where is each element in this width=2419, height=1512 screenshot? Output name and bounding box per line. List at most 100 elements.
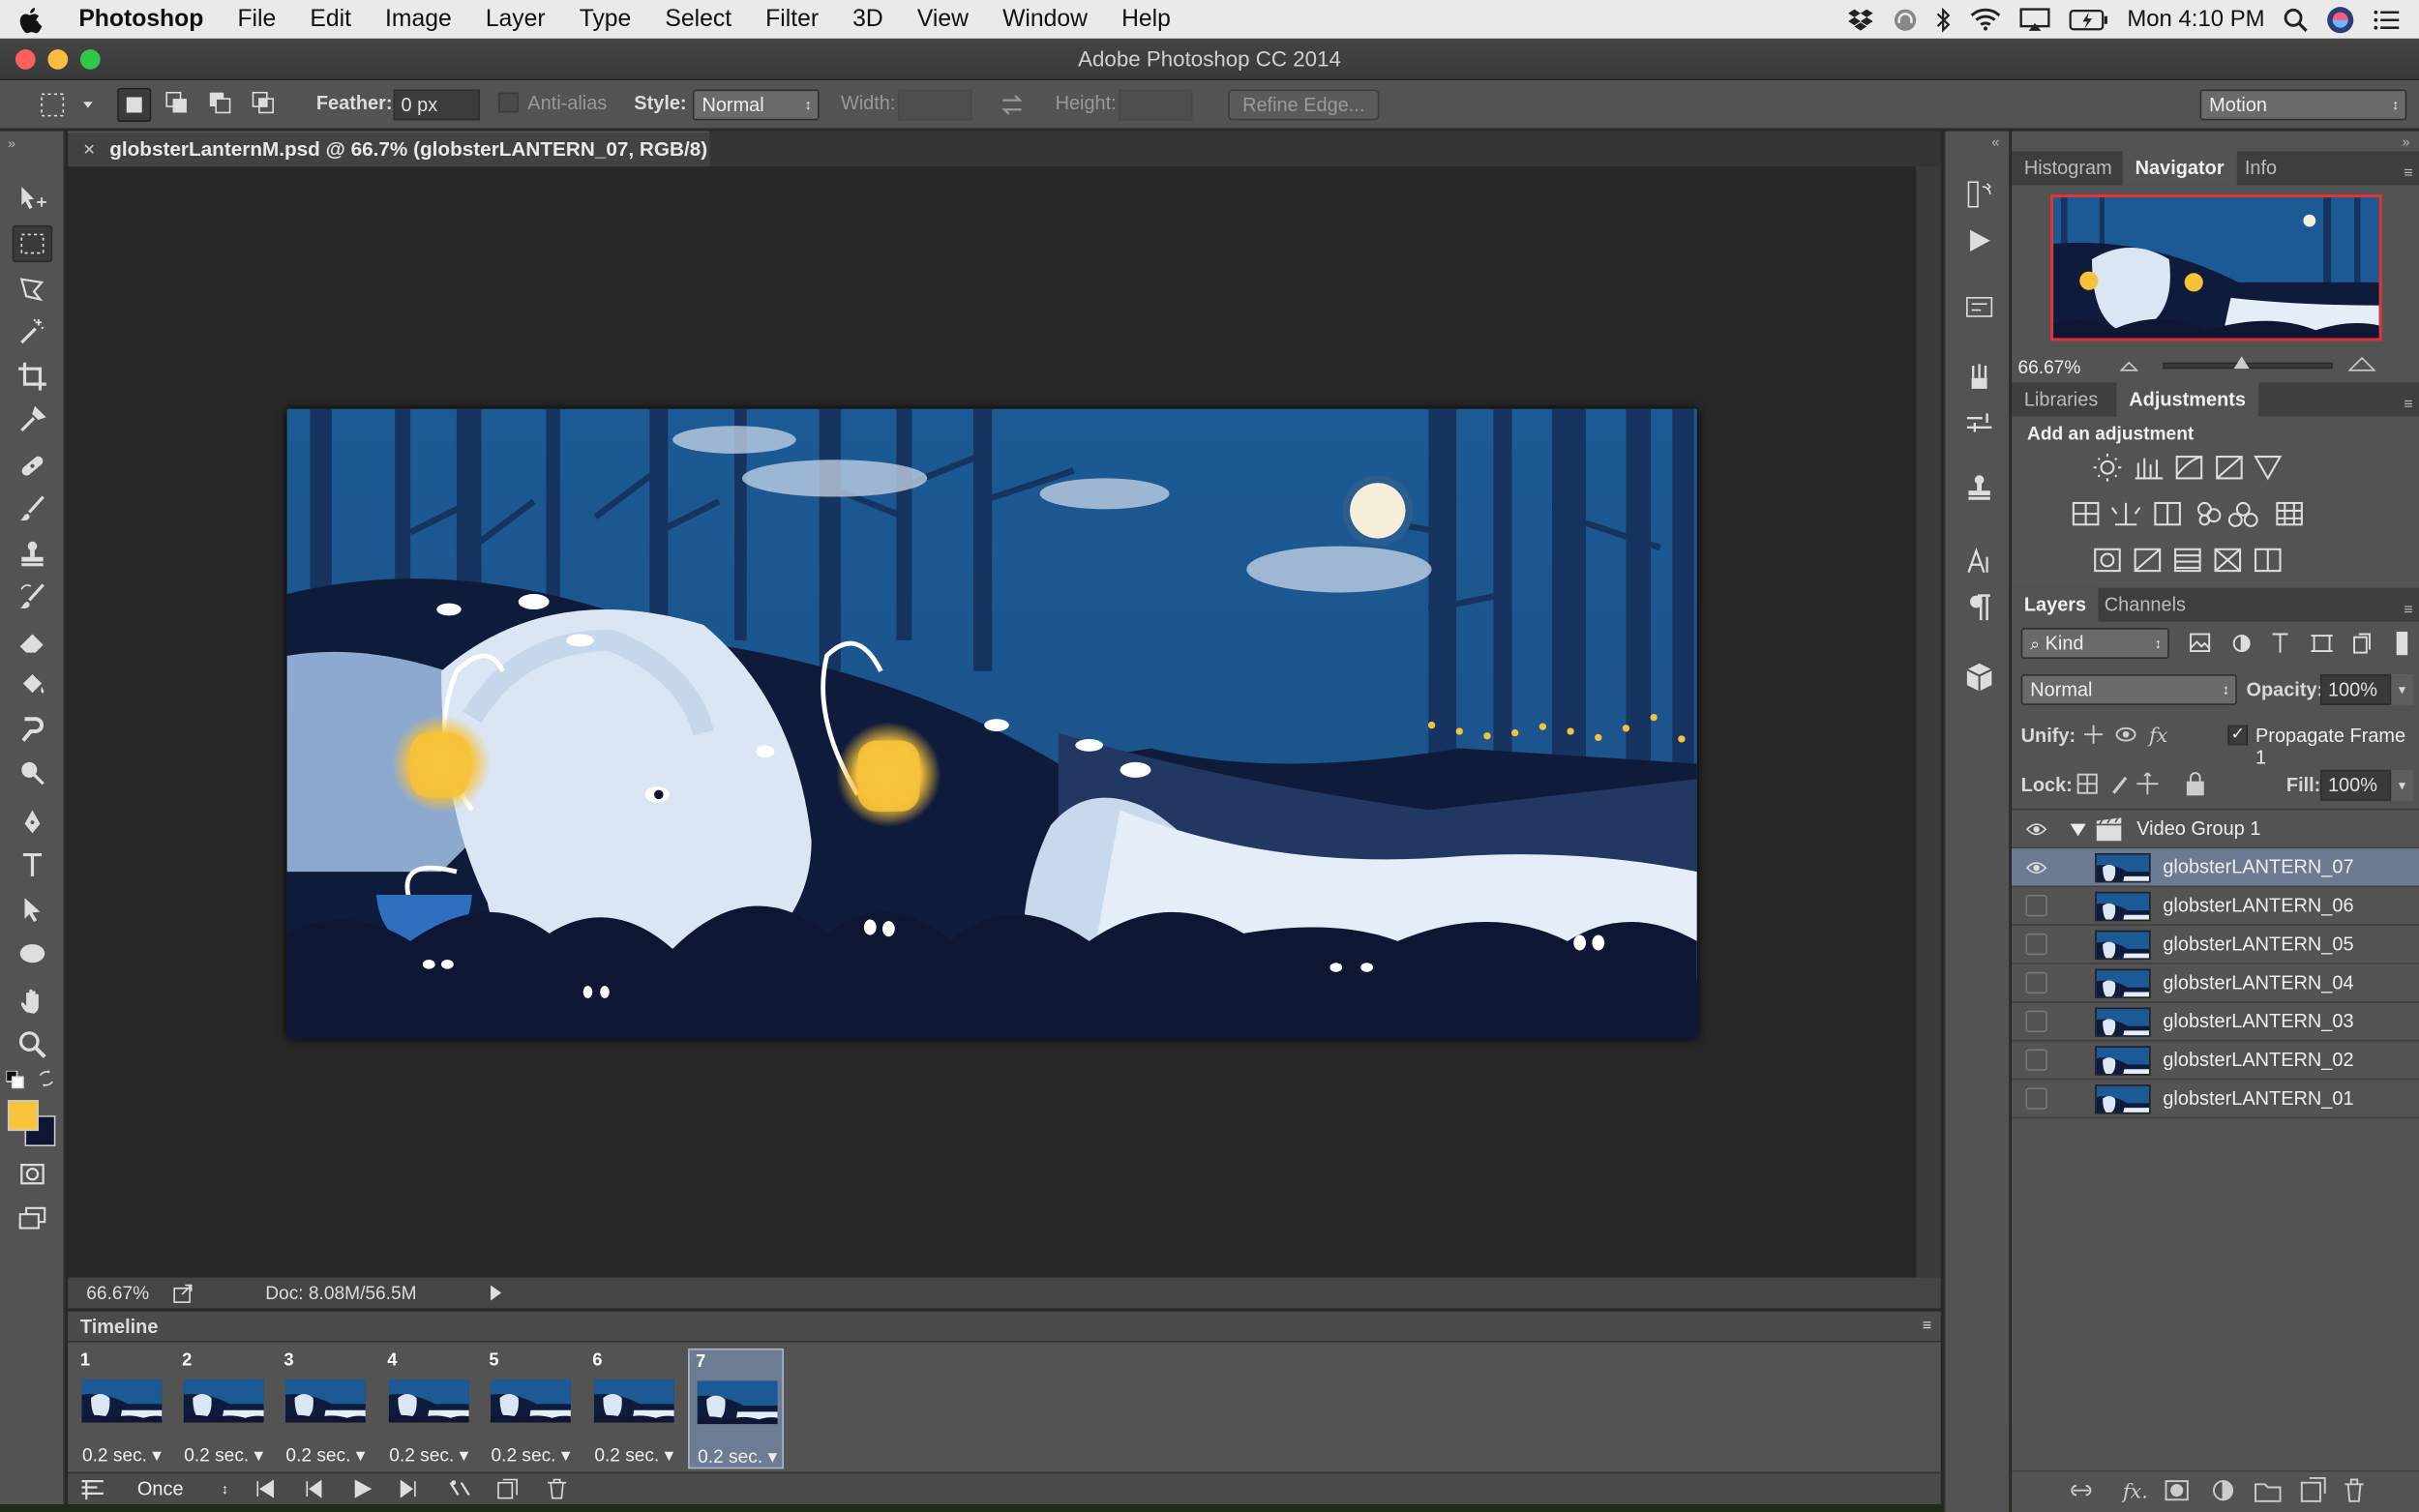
healing-brush-icon[interactable] [13, 448, 52, 485]
layer-row[interactable]: globsterLANTERN_02 [2012, 1042, 2419, 1081]
layers-panel-menu-icon[interactable]: ≡ [2404, 594, 2412, 628]
menu-window[interactable]: Window [986, 6, 1105, 34]
dodge-icon[interactable] [13, 755, 52, 791]
frame-delay-dropdown[interactable]: 0.2 sec. ▾ [75, 1444, 170, 1466]
apple-icon[interactable] [0, 0, 62, 39]
delete-layer-icon[interactable] [2342, 1475, 2370, 1506]
swap-width-height-icon[interactable] [997, 90, 1028, 121]
dock-collapse-icon[interactable]: « [1991, 134, 1999, 150]
airplay-icon[interactable] [2019, 7, 2050, 32]
clone-source-icon[interactable] [1962, 470, 1996, 504]
menu-view[interactable]: View [900, 6, 985, 34]
history-brush-icon[interactable] [13, 578, 52, 615]
layer-row[interactable]: globsterLANTERN_06 [2012, 887, 2419, 926]
new-group-icon[interactable] [2253, 1475, 2284, 1506]
menu-edit[interactable]: Edit [293, 6, 369, 34]
marquee-icon[interactable] [12, 224, 53, 263]
visibility-toggle-empty[interactable] [2025, 1049, 2047, 1071]
doc-size-info[interactable]: Doc: 8.08M/56.5M [265, 1278, 416, 1309]
3d-panel-icon[interactable] [1962, 661, 1996, 695]
loop-options-dropdown[interactable]: Once [130, 1473, 234, 1504]
default-colors-icon[interactable] [6, 1070, 24, 1089]
magic-wand-icon[interactable] [13, 313, 52, 350]
visibility-toggle-empty[interactable] [2025, 1087, 2047, 1110]
navigator-zoom-field[interactable]: 66.67% [2017, 356, 2080, 377]
width-input[interactable] [897, 89, 972, 121]
propagate-frame-checkbox[interactable]: ✓ [2227, 725, 2249, 746]
previous-frame-icon[interactable] [303, 1479, 324, 1498]
menubar-clock[interactable]: Mon 4:10 PM [2127, 6, 2264, 32]
visibility-eye-icon[interactable] [2025, 859, 2047, 876]
share-icon[interactable] [173, 1282, 194, 1303]
group-disclosure-arrow-icon[interactable] [2070, 823, 2086, 837]
user-avatar-icon[interactable] [2326, 6, 2354, 34]
frame-delay-dropdown[interactable]: 0.2 sec. ▾ [381, 1444, 477, 1466]
tab-layers[interactable]: Layers [2012, 587, 2099, 622]
character-panel-icon[interactable] [1962, 545, 1996, 578]
close-window-button[interactable] [15, 49, 36, 70]
type-icon[interactable] [13, 847, 52, 884]
play-icon[interactable] [352, 1478, 373, 1499]
panels-collapse-icon[interactable]: » [2402, 134, 2409, 150]
opacity-input[interactable]: 100% [2319, 673, 2392, 705]
frame-thumbnail[interactable] [697, 1380, 778, 1425]
pen-icon[interactable] [13, 804, 52, 841]
layer-style-icon[interactable] [2117, 1475, 2151, 1506]
visibility-toggle-empty[interactable] [2025, 971, 2047, 994]
history-panel-icon[interactable] [1962, 177, 1996, 211]
frame-thumbnail[interactable] [491, 1379, 571, 1423]
new-selection-button[interactable] [117, 87, 152, 122]
visibility-toggle-empty[interactable] [2025, 933, 2047, 956]
tab-adjustments[interactable]: Adjustments [2116, 382, 2258, 417]
menu-select[interactable]: Select [648, 6, 749, 34]
frame-delay-dropdown[interactable]: 0.2 sec. ▾ [278, 1444, 373, 1466]
layer-filter-kind-dropdown[interactable]: ⌕ Kind [2020, 628, 2169, 660]
visibility-toggle-empty[interactable] [2025, 895, 2047, 917]
canvas-area[interactable] [68, 166, 1917, 1278]
frame-thumbnail[interactable] [183, 1379, 264, 1423]
menu-file[interactable]: File [221, 6, 293, 34]
frame-delay-dropdown[interactable]: 0.2 sec. ▾ [690, 1445, 786, 1467]
frame-delay-dropdown[interactable]: 0.2 sec. ▾ [483, 1444, 579, 1466]
document-tab[interactable]: × globsterLanternM.psd @ 66.7% (globster… [68, 131, 710, 167]
tools-collapse-icon[interactable]: » [8, 135, 15, 151]
smudge-icon[interactable] [13, 711, 52, 748]
dropbox-icon[interactable] [1846, 7, 1874, 32]
tween-icon[interactable] [447, 1478, 472, 1499]
close-document-icon[interactable]: × [83, 133, 95, 166]
fill-dropdown-arrow-icon[interactable]: ▾ [2391, 769, 2413, 801]
ellipse-icon[interactable] [13, 935, 52, 972]
tab-info[interactable]: Info [2232, 151, 2289, 185]
timeline-title[interactable]: Timeline [80, 1312, 158, 1343]
opacity-dropdown-arrow-icon[interactable]: ▾ [2391, 673, 2413, 705]
tab-channels[interactable]: Channels [2092, 588, 2198, 622]
tab-histogram[interactable]: Histogram [2012, 151, 2124, 185]
intersect-selection-button[interactable] [249, 88, 283, 122]
layer-row[interactable]: globsterLANTERN_03 [2012, 1003, 2419, 1042]
subtract-from-selection-button[interactable] [205, 88, 239, 122]
crop-icon[interactable] [13, 358, 52, 395]
layer-row[interactable]: globsterLANTERN_05 [2012, 926, 2419, 964]
visibility-eye-icon[interactable] [2025, 820, 2047, 838]
tab-libraries[interactable]: Libraries [2012, 383, 2110, 417]
timeline-frame[interactable]: 6 0.2 sec. ▾ [586, 1349, 682, 1468]
frame-delay-dropdown[interactable]: 0.2 sec. ▾ [586, 1444, 682, 1466]
screen-mode-icon[interactable] [13, 1201, 52, 1237]
eyedropper-icon[interactable] [13, 401, 52, 438]
paint-bucket-icon[interactable] [13, 667, 52, 703]
layer-row[interactable]: globsterLANTERN_01 [2012, 1080, 2419, 1119]
height-input[interactable] [1118, 89, 1193, 121]
feather-input[interactable]: 0 px [393, 89, 480, 121]
swap-colors-icon[interactable] [37, 1069, 55, 1087]
visibility-toggle-empty[interactable] [2025, 1010, 2047, 1032]
clone-stamp-icon[interactable] [13, 535, 52, 572]
minimize-window-button[interactable] [47, 49, 69, 70]
menu-app-name[interactable]: Photoshop [62, 6, 221, 34]
blend-mode-dropdown[interactable]: Normal [2020, 673, 2237, 705]
navigator-zoom-slider[interactable] [2163, 356, 2333, 370]
new-layer-icon[interactable] [2299, 1475, 2327, 1506]
brush-panel-icon[interactable] [1962, 405, 1996, 439]
menu-type[interactable]: Type [562, 6, 648, 34]
timeline-frame[interactable]: 2 0.2 sec. ▾ [176, 1349, 272, 1468]
menu-image[interactable]: Image [368, 6, 468, 34]
